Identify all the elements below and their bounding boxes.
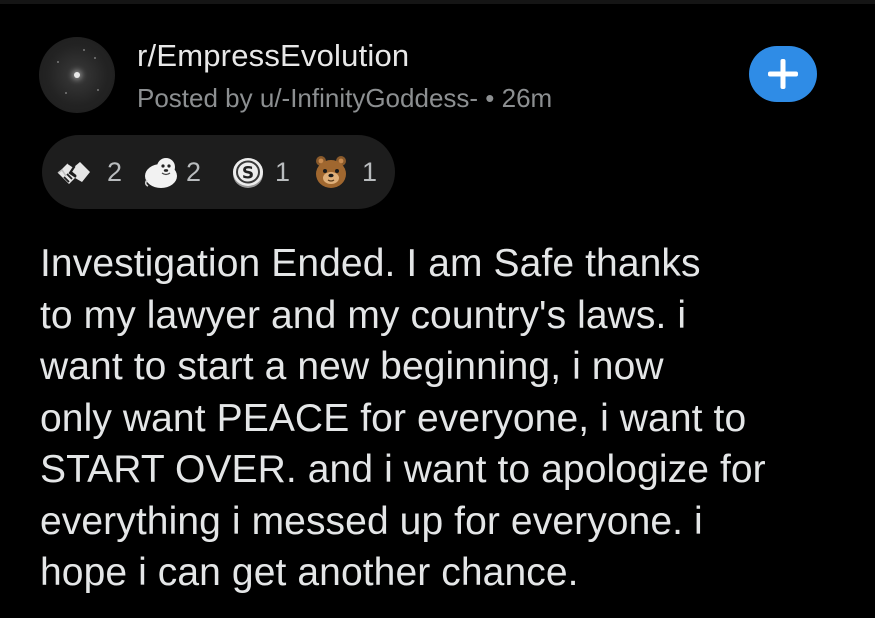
post-body: Investigation Ended. I am Safe thanks to… <box>40 238 855 599</box>
star-icon <box>74 72 80 78</box>
post-body-line: hope i can get another chance. <box>40 551 579 594</box>
bear-face-award-icon <box>316 156 346 188</box>
subreddit-name[interactable]: r/EmpressEvolution <box>137 38 409 74</box>
award-count: 1 <box>275 157 291 187</box>
post-card: r/EmpressEvolution Posted by u/-Infinity… <box>0 0 875 618</box>
award-item[interactable]: 2 <box>142 135 222 209</box>
award-item[interactable]: 1 <box>312 135 387 209</box>
wholesome-seal-award-icon <box>144 158 177 188</box>
award-count: 2 <box>107 157 123 187</box>
star-dot <box>97 89 99 91</box>
star-dot <box>94 57 96 59</box>
award-count: 2 <box>186 157 202 187</box>
post-body-line: want to start a new beginning, i now <box>40 345 664 388</box>
star-dot <box>57 61 59 63</box>
post-body-line: Investigation Ended. I am Safe thanks <box>40 242 701 285</box>
svg-text:S: S <box>242 164 254 184</box>
award-item[interactable]: 2 <box>55 135 135 209</box>
post-body-line: START OVER. and i want to apologize for <box>40 448 766 491</box>
awards-bar[interactable]: 2 2 S 1 1 <box>42 135 395 209</box>
award-item[interactable]: S 1 <box>229 135 299 209</box>
post-body-line: everything i messed up for everyone. i <box>40 499 703 543</box>
post-meta[interactable]: Posted by u/-InfinityGoddess- • 26m <box>137 83 552 114</box>
post-body-line: to my lawyer and my country's laws. i <box>40 293 687 337</box>
star-dot <box>83 49 85 51</box>
post-body-line: only want PEACE for everyone, i want to <box>40 396 747 440</box>
silver-coin-award-icon: S <box>233 158 263 188</box>
join-button[interactable] <box>749 46 817 102</box>
plus-icon <box>768 59 798 89</box>
galaxy-avatar-icon[interactable] <box>39 37 115 113</box>
award-count: 1 <box>362 157 378 187</box>
handshake-award-icon <box>57 162 90 184</box>
star-dot <box>65 92 67 94</box>
